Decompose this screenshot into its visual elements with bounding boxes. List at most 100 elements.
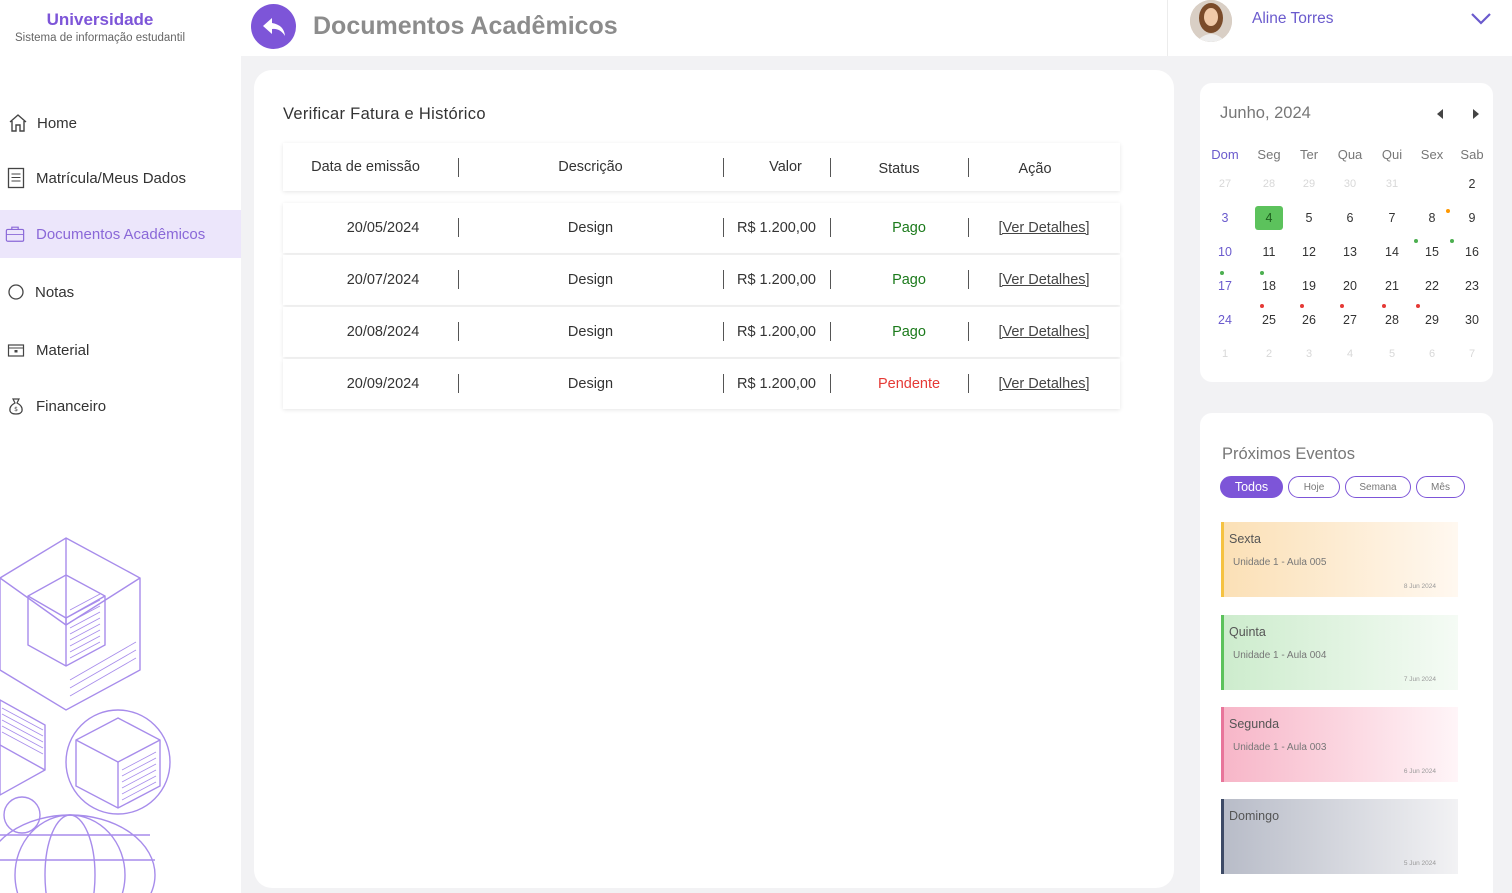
calendar-day[interactable]: 28 — [1378, 308, 1406, 332]
sidebar-item-label: Material — [36, 341, 90, 359]
calendar-day[interactable]: 23 — [1458, 274, 1486, 298]
event-day: Segunda — [1229, 717, 1280, 731]
upcoming-events-card: Próximos Eventos Todos Hoje Semana Mês S… — [1200, 413, 1493, 893]
event-indicator-dot — [1416, 304, 1420, 308]
event-item[interactable]: Quinta Unidade 1 - Aula 004 7 Jun 2024 — [1221, 615, 1458, 690]
sidebar-item-label: Matrícula/Meus Dados — [36, 169, 187, 187]
user-menu[interactable]: Aline Torres — [1167, 0, 1512, 56]
sidebar-item-documentos[interactable]: Documentos Acadêmicos — [0, 210, 241, 258]
filter-semana[interactable]: Semana — [1345, 476, 1411, 498]
calendar-day[interactable]: 29 — [1418, 308, 1446, 332]
event-item[interactable]: Domingo 5 Jun 2024 — [1221, 799, 1458, 874]
event-day: Quinta — [1229, 625, 1266, 639]
calendar-day: 2 — [1265, 348, 1273, 360]
event-indicator-dot — [1260, 271, 1264, 275]
view-details-link[interactable]: [Ver Detalhes] — [998, 376, 1089, 392]
calendar-day: 7 — [1468, 348, 1476, 360]
calendar-day: 30 — [1343, 178, 1357, 190]
page-title: Documentos Acadêmicos — [313, 12, 618, 40]
calendar-day[interactable]: 25 — [1255, 308, 1283, 332]
calendar-day[interactable]: 24 — [1211, 308, 1239, 332]
status-badge: Pago — [892, 272, 926, 288]
calendar-day[interactable]: 15 — [1418, 240, 1446, 264]
calendar-day[interactable]: 8 — [1418, 206, 1446, 230]
sidebar-item-material[interactable]: Material — [0, 326, 241, 374]
event-indicator-dot — [1220, 271, 1224, 275]
calendar-day[interactable]: 13 — [1336, 240, 1364, 264]
view-details-link[interactable]: [Ver Detalhes] — [998, 272, 1089, 288]
status-badge: Pago — [892, 220, 926, 236]
event-subtitle: Unidade 1 - Aula 003 — [1233, 742, 1327, 753]
calendar-day[interactable]: 2 — [1458, 172, 1486, 196]
calendar-day[interactable]: 7 — [1378, 206, 1406, 230]
event-item[interactable]: Segunda Unidade 1 - Aula 003 6 Jun 2024 — [1221, 707, 1458, 782]
back-arrow-icon — [262, 17, 285, 36]
chevron-down-icon — [1471, 13, 1491, 25]
top-header: Documentos Acadêmicos Aline Torres — [241, 0, 1512, 56]
cell-description: Design — [567, 272, 614, 288]
previous-month-icon[interactable] — [1434, 108, 1446, 120]
event-item[interactable]: Sexta Unidade 1 - Aula 005 8 Jun 2024 — [1221, 522, 1458, 597]
calendar-day: 31 — [1385, 178, 1399, 190]
isometric-cubes-illustration — [0, 537, 171, 893]
sidebar-item-notas[interactable]: Notas — [0, 268, 241, 316]
briefcase-icon — [5, 224, 25, 244]
event-date: 7 Jun 2024 — [1403, 676, 1436, 683]
money-bag-icon: $ — [6, 396, 26, 416]
calendar-day[interactable]: 19 — [1295, 274, 1323, 298]
event-indicator-dot — [1260, 304, 1264, 308]
cell-date: 20/07/2024 — [346, 272, 420, 288]
sidebar-item-financeiro[interactable]: $ Financeiro — [0, 382, 241, 430]
calendar-day[interactable]: 11 — [1255, 240, 1283, 264]
event-date: 5 Jun 2024 — [1403, 860, 1436, 867]
calendar-day[interactable]: 9 — [1458, 206, 1486, 230]
filter-todos[interactable]: Todos — [1220, 476, 1283, 498]
filter-hoje[interactable]: Hoje — [1288, 476, 1340, 498]
calendar-day: 6 — [1428, 348, 1436, 360]
filter-mes[interactable]: Mês — [1416, 476, 1465, 498]
sidebar: Universidade Sistema de informação estud… — [0, 0, 241, 893]
calendar-day[interactable]: 14 — [1378, 240, 1406, 264]
view-details-link[interactable]: [Ver Detalhes] — [998, 220, 1089, 236]
event-subtitle: Unidade 1 - Aula 004 — [1233, 650, 1327, 661]
cell-date: 20/05/2024 — [346, 220, 420, 236]
status-badge: Pendente — [877, 376, 941, 392]
calendar-day[interactable]: 20 — [1336, 274, 1364, 298]
calendar-day: 5 — [1388, 348, 1396, 360]
sidebar-item-home[interactable]: Home — [0, 99, 241, 147]
back-button[interactable] — [251, 4, 296, 49]
event-day: Domingo — [1229, 809, 1280, 823]
weekday-label: Sab — [1460, 147, 1484, 162]
calendar-day[interactable]: 26 — [1295, 308, 1323, 332]
next-month-icon[interactable] — [1470, 108, 1482, 120]
sidebar-item-matricula[interactable]: Matrícula/Meus Dados — [0, 154, 241, 202]
calendar-day[interactable]: 12 — [1295, 240, 1323, 264]
cell-value: R$ 1.200,00 — [736, 376, 816, 392]
calendar-day[interactable]: 21 — [1378, 274, 1406, 298]
calendar-day[interactable]: 17 — [1211, 274, 1239, 298]
event-indicator-dot — [1446, 209, 1450, 213]
event-indicator-dot — [1414, 239, 1418, 243]
sidebar-item-label: Financeiro — [36, 397, 107, 415]
calendar-day[interactable]: 30 — [1458, 308, 1486, 332]
calendar-day[interactable]: 6 — [1336, 206, 1364, 230]
sidebar-item-label: Documentos Acadêmicos — [36, 225, 206, 243]
view-details-link[interactable]: [Ver Detalhes] — [998, 324, 1089, 340]
calendar-day: 28 — [1262, 178, 1276, 190]
calendar-day[interactable]: 10 — [1211, 240, 1239, 264]
calendar-day[interactable]: 3 — [1211, 206, 1239, 230]
table-row: 20/09/2024 Design R$ 1.200,00 Pendente [… — [283, 359, 1120, 409]
calendar-day[interactable]: 4 — [1255, 206, 1283, 230]
avatar — [1190, 0, 1232, 42]
home-icon — [8, 113, 28, 133]
cell-value: R$ 1.200,00 — [736, 272, 816, 288]
column-header: Valor — [769, 159, 802, 175]
calendar-day[interactable]: 16 — [1458, 240, 1486, 264]
calendar-day[interactable]: 22 — [1418, 274, 1446, 298]
calendar-day[interactable]: 27 — [1336, 308, 1364, 332]
user-name: Aline Torres — [1252, 10, 1334, 27]
calendar-day[interactable]: 5 — [1295, 206, 1323, 230]
calendar-widget: Junho, 2024 Dom Seg Ter Qua Qui Sex Sab 27 28 29 3… — [1200, 83, 1493, 382]
calendar-day[interactable]: 18 — [1255, 274, 1283, 298]
cell-date: 20/09/2024 — [346, 376, 420, 392]
